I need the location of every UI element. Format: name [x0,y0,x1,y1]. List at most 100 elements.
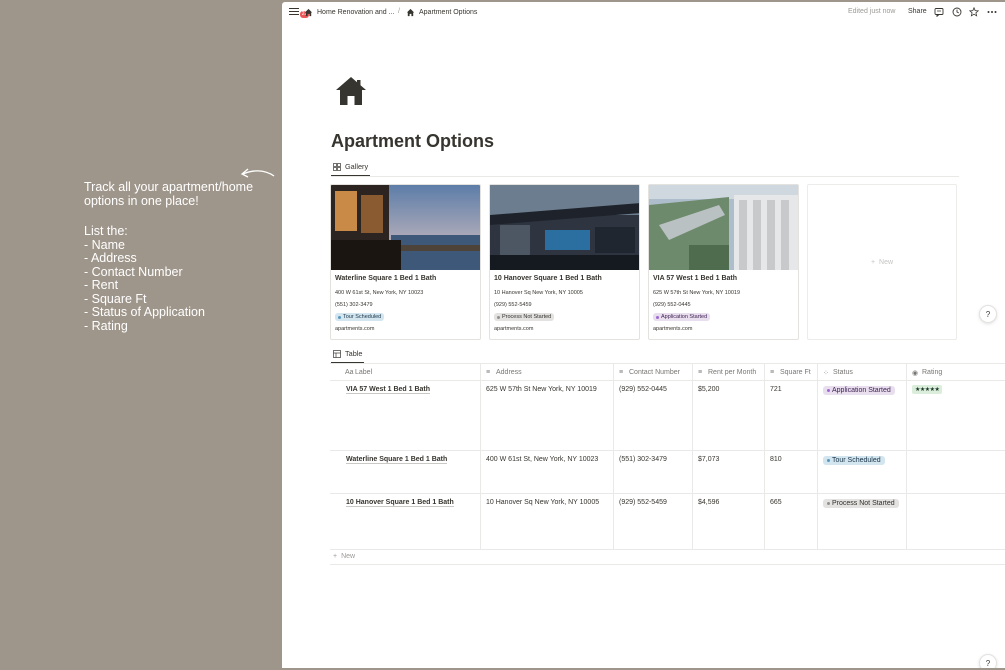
cell-label[interactable]: 10 Hanover Square 1 Bed 1 Bath [330,494,480,549]
column-header-rating[interactable]: ◉ Rating [906,364,1005,381]
cell-rating[interactable] [906,451,1005,493]
cell-label[interactable]: VIA 57 West 1 Bed 1 Bath [330,381,480,450]
card-website: apartments.com [335,326,375,332]
cell-sqft[interactable]: 721 [764,381,817,450]
select-circle-icon: ◉ [912,370,919,377]
breadcrumb-current-label: Apartment Options [419,9,478,16]
column-header-text: Square Ft [780,369,811,376]
column-header-status[interactable]: ⁘ Status [817,364,906,381]
status-label: Process Not Started [832,500,895,507]
table-row[interactable]: VIA 57 West 1 Bed 1 Bath 625 W 57th St N… [330,381,1005,451]
cell-address[interactable]: 400 W 61st St, New York, NY 10023 [480,451,613,493]
help-label: ? [985,658,991,668]
column-header-address[interactable]: ≡ Address [480,364,613,381]
breadcrumb-separator: / [398,8,400,15]
cell-status[interactable]: Tour Scheduled [817,451,906,493]
updates-clock-icon[interactable] [952,7,962,17]
breadcrumb-parent[interactable]: Home Renovation and ... [304,8,394,17]
help-button[interactable]: ? [979,305,997,323]
status-label: Application Started [832,387,891,394]
gallery-card[interactable]: VIA 57 West 1 Bed 1 Bath 625 W 57th St N… [648,184,799,340]
cell-contact[interactable]: (551) 302-3479 [613,451,692,493]
row-title: 10 Hanover Square 1 Bed 1 Bath [346,499,454,507]
gallery-grid-icon [333,162,341,171]
card-title: VIA 57 West 1 Bed 1 Bath [653,275,738,282]
new-row-button[interactable]: + New [330,549,1005,565]
cell-status[interactable]: Application Started [817,381,906,450]
cell-sqft[interactable]: 665 [764,494,817,549]
new-row-label: New [341,553,356,560]
help-label: ? [985,309,991,319]
cell-rating[interactable]: ★★★★★ [906,381,1005,450]
note-line: - Status of Application [84,305,205,319]
status-badge: Application Started [653,313,711,321]
divider [331,176,959,177]
note-line: - Rating [84,318,128,333]
card-title: Waterline Square 1 Bed 1 Bath [335,275,437,282]
card-address: 625 W 57th St New York, NY 10019 [653,290,741,296]
card-address: 10 Hanover Sq New York, NY 10005 [494,290,583,296]
cell-rent[interactable]: $7,073 [692,451,764,493]
note-line: - Contact Number [84,264,183,279]
breadcrumb-current[interactable]: Apartment Options [406,8,477,17]
cell-status[interactable]: Process Not Started [817,494,906,549]
house-page-icon[interactable] [335,75,367,107]
cell-rating[interactable] [906,494,1005,549]
table-row[interactable]: 10 Hanover Square 1 Bed 1 Bath 10 Hanove… [330,494,1005,550]
apartment-photo [490,185,639,270]
column-header-contact[interactable]: ≡ Contact Number [613,364,692,381]
new-card-button[interactable]: + New [807,184,957,340]
status-badge: Application Started [823,386,895,395]
cell-label[interactable]: Waterline Square 1 Bed 1 Bath [330,451,480,493]
breadcrumb-parent-label: Home Renovation and ... [317,9,395,16]
status-loader-icon: ⁘ [823,370,829,377]
note-line: - Rent [84,278,119,292]
card-phone: (551) 302-3479 [335,302,373,308]
text-lines-icon: ≡ [698,369,703,376]
note-line: options in one place! [84,193,199,208]
status-badge: Tour Scheduled [823,456,885,465]
column-header-rent[interactable]: ≡ Rent per Month [692,364,764,381]
cell-contact[interactable]: (929) 552-0445 [613,381,692,450]
gallery-card[interactable]: 10 Hanover Square 1 Bed 1 Bath 10 Hanove… [489,184,640,340]
cell-sqft[interactable]: 810 [764,451,817,493]
text-lines-icon: ≡ [619,369,624,376]
status-badge: Process Not Started [823,499,899,508]
edited-status: Edited just now [848,8,896,15]
text-lines-icon: ≡ [770,369,775,376]
tab-gallery-label: Gallery [345,162,369,171]
topbar: 22 Home Renovation and ... / Apartment O… [282,2,1005,24]
instructions-note: Track all your apartment/home options in… [84,180,274,333]
help-button[interactable]: ? [979,654,997,668]
cell-contact[interactable]: (929) 552-5459 [613,494,692,549]
note-line: - Address [84,251,137,265]
favorite-star-icon[interactable] [969,7,979,17]
column-header-sqft[interactable]: ≡ Square Ft [764,364,817,381]
plus-icon: + [333,553,338,560]
sidebar-toggle-button[interactable]: 22 [289,7,309,18]
more-options-icon[interactable] [987,7,997,17]
status-label: Tour Scheduled [832,457,881,464]
tab-table[interactable]: Table [331,345,365,363]
comments-icon[interactable] [934,7,944,17]
card-title: 10 Hanover Square 1 Bed 1 Bath [494,275,602,282]
table-row[interactable]: Waterline Square 1 Bed 1 Bath 400 W 61st… [330,451,1005,494]
new-card-label: New [879,258,894,266]
cell-rent[interactable]: $5,200 [692,381,764,450]
note-line: - Name [84,237,125,252]
house-icon [304,8,313,17]
table-header: Aa Label ≡ Address ≡ Contact Number ≡ Rent p… [330,363,1005,381]
table-icon [333,349,341,358]
cell-address[interactable]: 10 Hanover Sq New York, NY 10005 [480,494,613,549]
gallery-card[interactable]: Waterline Square 1 Bed 1 Bath 400 W 61st… [330,184,481,340]
cell-address[interactable]: 625 W 57th St New York, NY 10019 [480,381,613,450]
notion-window: 22 Home Renovation and ... / Apartment O… [282,2,1005,668]
gallery-view: Waterline Square 1 Bed 1 Bath 400 W 61st… [330,184,957,340]
column-header-label[interactable]: Aa Label [340,364,480,381]
tab-gallery[interactable]: Gallery [331,158,371,176]
page-title[interactable]: Apartment Options [331,131,494,152]
status-badge: Process Not Started [494,313,555,321]
share-button[interactable]: Share [908,8,927,15]
tab-table-label: Table [345,349,363,358]
cell-rent[interactable]: $4,596 [692,494,764,549]
